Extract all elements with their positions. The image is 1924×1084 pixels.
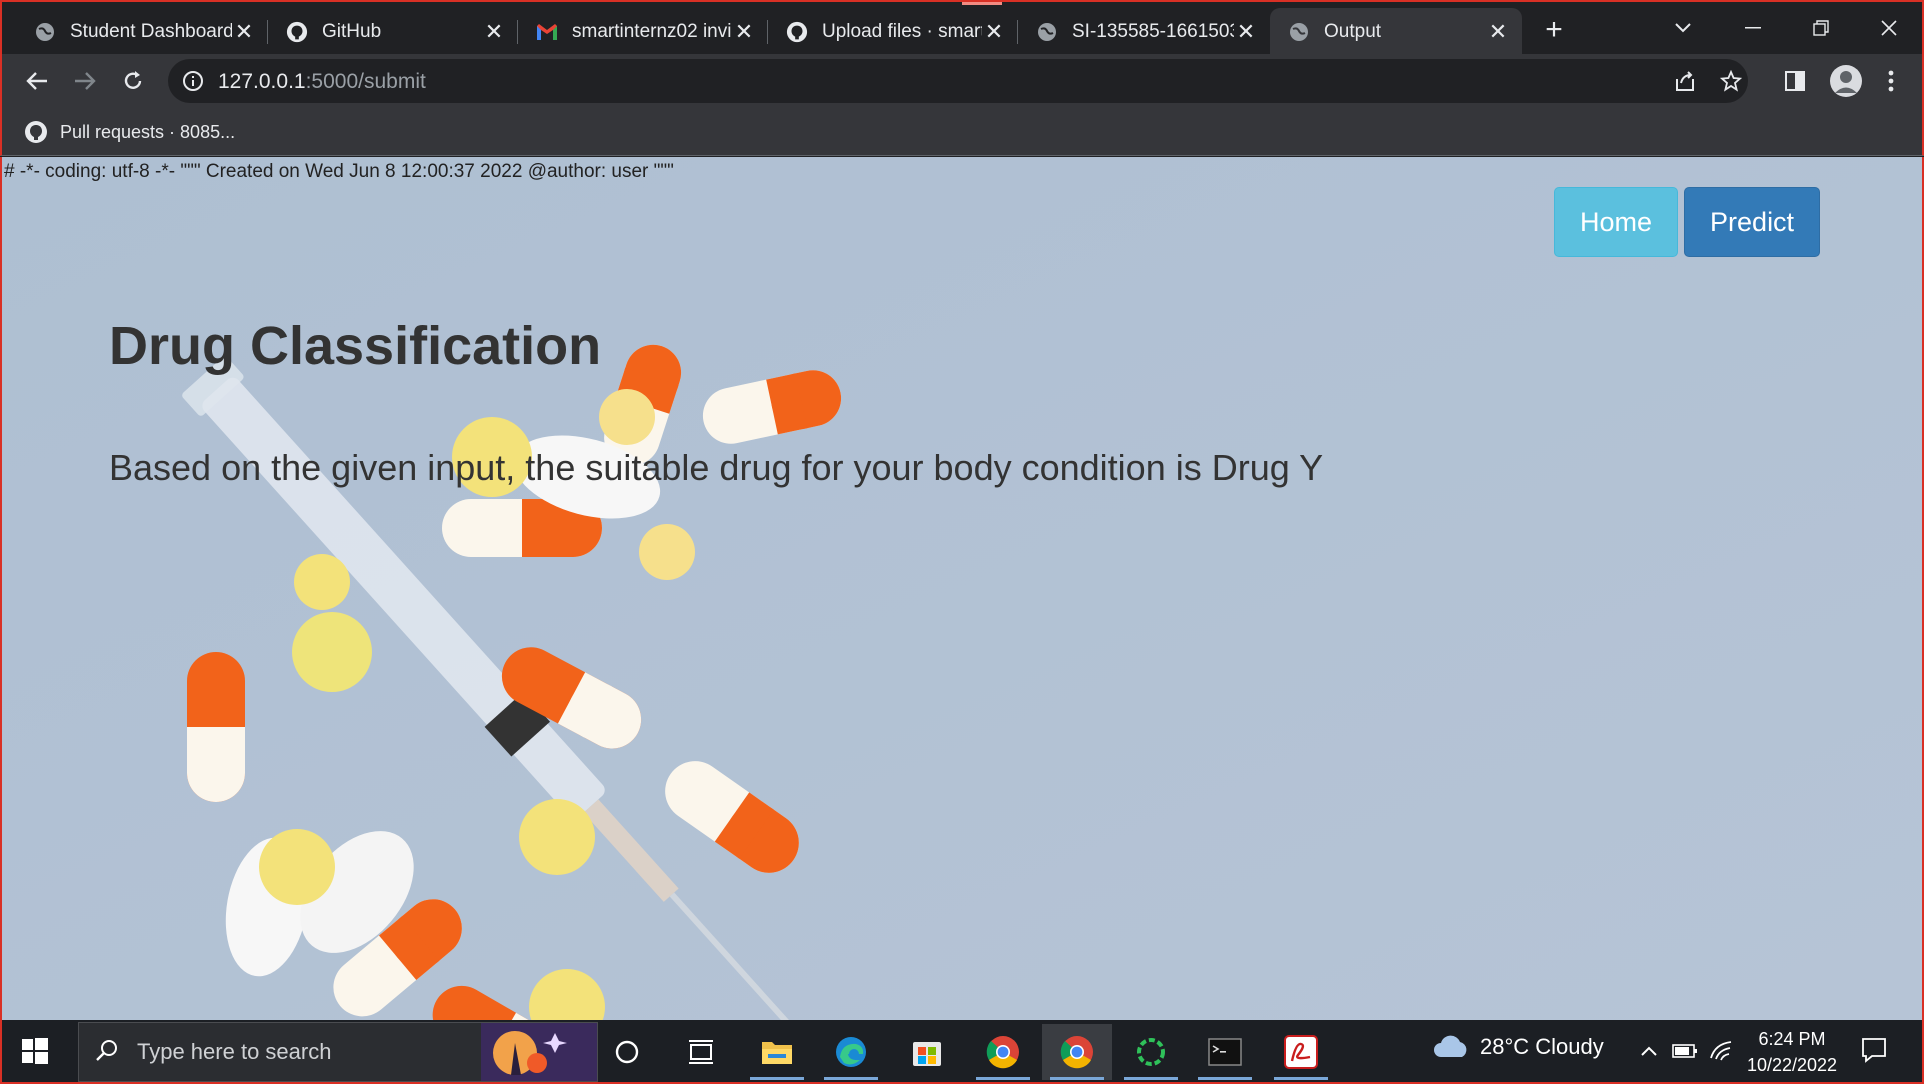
close-tab-icon[interactable]: ✕	[1486, 19, 1510, 44]
browser-toolbar: 127.0.0.1:5000/submit	[0, 54, 1924, 108]
github-icon	[786, 21, 808, 43]
back-button[interactable]	[20, 64, 54, 98]
terminal-icon[interactable]	[1190, 1024, 1260, 1080]
globe-icon	[1288, 21, 1310, 43]
cloud-icon	[1434, 1035, 1467, 1057]
profile-avatar[interactable]	[1826, 61, 1866, 101]
side-panel-icon[interactable]	[1778, 64, 1812, 98]
share-icon[interactable]	[1668, 64, 1702, 98]
restore-window-button[interactable]	[1796, 10, 1846, 46]
home-button[interactable]: Home	[1554, 187, 1679, 257]
close-tab-icon[interactable]: ✕	[482, 19, 506, 44]
address-bar[interactable]: 127.0.0.1:5000/submit	[168, 59, 1748, 103]
page-title: Drug Classification	[109, 316, 602, 376]
page-nav: Home Predict	[1554, 187, 1821, 257]
weather-widget[interactable]: 28°C Cloudy	[1432, 1034, 1604, 1060]
clock-time: 6:24 PM	[1758, 1029, 1826, 1049]
web-page: # -*- coding: utf-8 -*- """ Created on W…	[0, 157, 1924, 1020]
minimize-window-button[interactable]	[1728, 10, 1778, 46]
loader-app-icon[interactable]	[1116, 1024, 1186, 1080]
globe-icon	[1036, 21, 1058, 43]
cortana-icon[interactable]	[592, 1024, 662, 1080]
close-tab-icon[interactable]: ✕	[232, 19, 256, 44]
background-pills-image	[2, 157, 1922, 1020]
windows-taskbar: Type here to search 28°C Cloudy 6:24 PM …	[0, 1020, 1924, 1084]
tab-upload-files[interactable]: Upload files · smart ✕	[768, 8, 1018, 56]
tab-output[interactable]: Output ✕	[1270, 8, 1522, 56]
store-icon[interactable]	[892, 1024, 962, 1080]
file-explorer-icon[interactable]	[742, 1024, 812, 1080]
notification-center-icon[interactable]	[1860, 1036, 1888, 1069]
pdf-app-icon[interactable]	[1266, 1024, 1336, 1080]
bookmark-star-icon[interactable]	[1714, 64, 1748, 98]
task-view-icon[interactable]	[666, 1024, 736, 1080]
bookmarks-bar: Pull requests · 8085...	[0, 108, 1924, 156]
windows-start-icon[interactable]	[20, 1036, 50, 1066]
chrome-icon[interactable]	[968, 1024, 1038, 1080]
close-tab-icon[interactable]: ✕	[982, 19, 1006, 44]
clock-date: 10/22/2022	[1746, 1055, 1838, 1075]
tab-student-dashboard[interactable]: Student Dashboard ✕	[16, 8, 268, 56]
search-icon	[95, 1038, 119, 1067]
chrome-icon[interactable]	[1042, 1024, 1112, 1080]
tab-title: Output	[1324, 21, 1382, 42]
code-comment-header: # -*- coding: utf-8 -*- """ Created on W…	[4, 161, 674, 182]
tab-si-project[interactable]: SI-135585-1661503 ✕	[1018, 8, 1270, 56]
globe-icon	[34, 21, 56, 43]
search-placeholder: Type here to search	[137, 1039, 332, 1064]
tab-title: smartinternz02 invi	[572, 21, 732, 42]
tab-github[interactable]: GitHub ✕	[268, 8, 518, 56]
tab-title: GitHub	[322, 21, 382, 42]
edge-icon[interactable]	[816, 1024, 886, 1080]
predict-button[interactable]: Predict	[1684, 187, 1821, 257]
close-tab-icon[interactable]: ✕	[1234, 19, 1258, 44]
loading-indicator	[962, 2, 1002, 5]
url-host: 127.0.0.1	[218, 70, 306, 93]
close-window-button[interactable]	[1864, 10, 1914, 46]
weather-text: 28°C Cloudy	[1480, 1034, 1604, 1059]
github-icon	[25, 121, 47, 143]
battery-icon[interactable]	[1672, 1038, 1698, 1064]
reload-button[interactable]	[116, 64, 150, 98]
forward-button[interactable]	[68, 64, 102, 98]
tab-title: Upload files · smart	[822, 21, 982, 42]
browser-tab-strip: Student Dashboard ✕ GitHub ✕ smartintern…	[0, 0, 1924, 56]
tab-title: Student Dashboard	[70, 21, 232, 42]
bookmark-label: Pull requests · 8085...	[60, 121, 236, 142]
prediction-result-text: Based on the given input, the suitable d…	[109, 447, 1324, 488]
wifi-icon[interactable]	[1708, 1038, 1734, 1064]
close-tab-icon[interactable]: ✕	[732, 19, 756, 44]
bookmark-pull-requests[interactable]: Pull requests · 8085...	[24, 117, 235, 147]
site-info-icon[interactable]	[182, 70, 204, 97]
new-tab-button[interactable]: +	[1538, 14, 1570, 46]
url-path: :5000/submit	[305, 70, 426, 93]
system-clock[interactable]: 6:24 PM 10/22/2022	[1740, 1026, 1844, 1078]
browser-menu-icon[interactable]	[1874, 64, 1908, 98]
tab-search-chevron-icon[interactable]	[1658, 10, 1708, 46]
tab-title: SI-135585-1661503	[1072, 21, 1234, 42]
url-text[interactable]: 127.0.0.1:5000/submit	[218, 70, 426, 94]
tab-gmail[interactable]: smartinternz02 invi ✕	[518, 8, 768, 56]
taskbar-search-box[interactable]: Type here to search	[78, 1022, 598, 1082]
gmail-icon	[536, 21, 558, 43]
github-icon	[286, 21, 308, 43]
show-hidden-icons-chevron-icon[interactable]	[1636, 1038, 1662, 1064]
search-highlight-art	[481, 1023, 597, 1081]
